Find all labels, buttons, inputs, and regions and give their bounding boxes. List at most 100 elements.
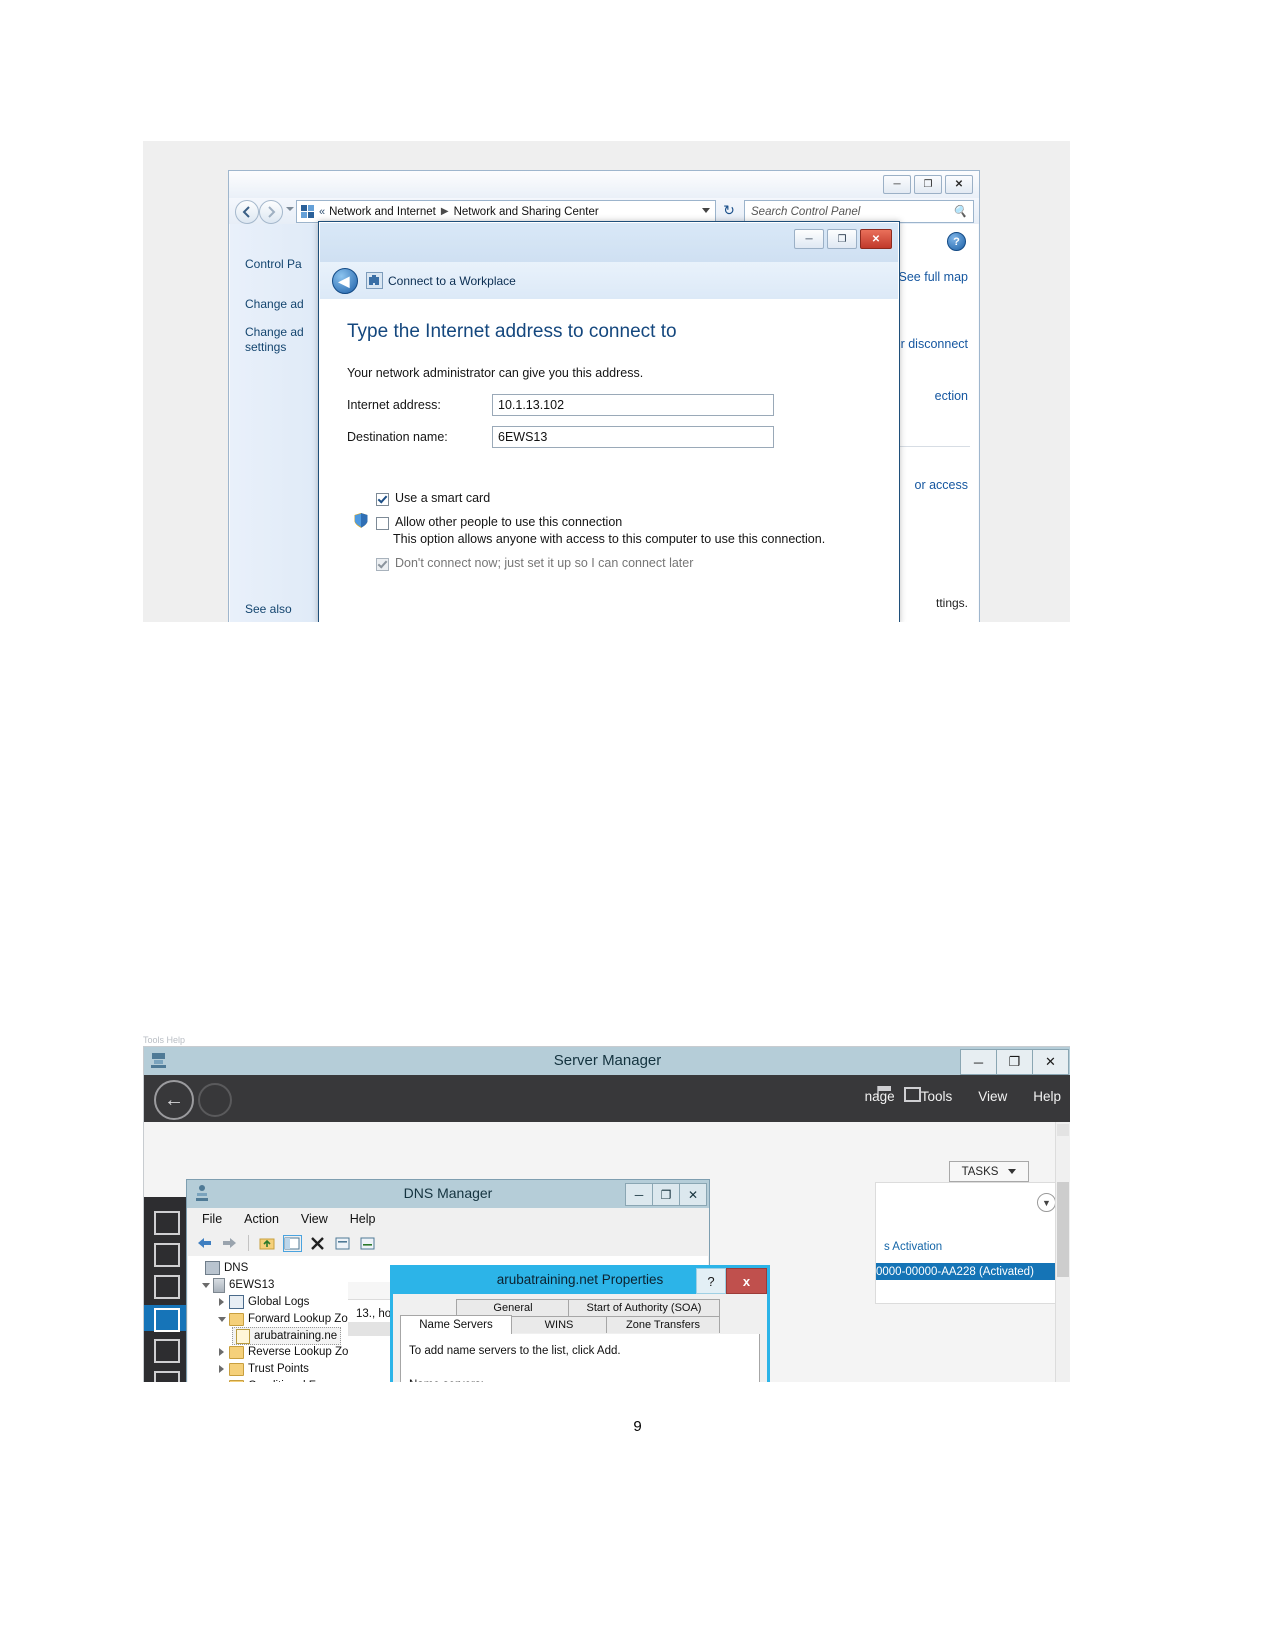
menu-item-help[interactable]: Help xyxy=(1033,1089,1061,1104)
server-manager-navbar: ← nage Tools View Help xyxy=(144,1075,1070,1139)
dns-root-icon xyxy=(205,1261,220,1275)
collapse-chevron-icon[interactable]: ▼ xyxy=(1037,1193,1056,1212)
properties-tab-content: To add name servers to the list, click A… xyxy=(400,1334,760,1382)
breadcrumb-network-and-internet[interactable]: Network and Internet xyxy=(329,206,436,218)
sm-close-button[interactable]: ✕ xyxy=(1032,1049,1069,1075)
tree-toggle-expanded-icon[interactable] xyxy=(202,1281,210,1289)
tree-item-6ews13[interactable]: 6EWS13 xyxy=(202,1277,274,1293)
toolbar-refresh-icon[interactable] xyxy=(359,1236,376,1251)
allow-other-people-checkbox-row[interactable]: Allow other people to use this connectio… xyxy=(376,515,622,530)
refresh-button[interactable]: ↻ xyxy=(718,200,740,221)
dns-minimize-button[interactable]: ─ xyxy=(625,1183,653,1206)
dont-connect-now-checkbox[interactable] xyxy=(376,558,389,571)
dialog-navigation-bar: ◀ Connect to a Workplace xyxy=(320,262,898,299)
server-manager-content: TASKS ▼ s Activation 0000-00000-AA228 (A… xyxy=(144,1122,1070,1382)
tree-item-trust-points[interactable]: Trust Points xyxy=(218,1361,309,1377)
toolbar-back-icon[interactable] xyxy=(196,1236,213,1251)
dns-restore-button[interactable]: ❐ xyxy=(652,1183,680,1206)
toolbar-up-folder-icon[interactable] xyxy=(259,1236,276,1251)
dns-close-button[interactable]: ✕ xyxy=(679,1183,707,1206)
activation-link[interactable]: s Activation xyxy=(884,1241,942,1253)
tab-general[interactable]: General xyxy=(456,1299,570,1316)
sm-back-button[interactable]: ← xyxy=(154,1080,194,1120)
sidebar-link-control-panel-home[interactable]: Control Pa xyxy=(245,257,302,272)
link-see-full-map[interactable]: See full map xyxy=(899,270,968,284)
minimize-button[interactable]: ─ xyxy=(883,175,911,194)
sidebar-link-change-advanced-sharing[interactable]: Change ad settings xyxy=(245,325,304,355)
rail-file-services-icon[interactable] xyxy=(154,1339,180,1363)
toolbar-show-hide-console-tree-icon[interactable] xyxy=(283,1234,302,1252)
tree-toggle-collapsed-icon[interactable] xyxy=(218,1348,226,1356)
menu-item-tools[interactable]: Tools xyxy=(921,1089,953,1104)
dialog-back-button[interactable]: ◀ xyxy=(332,268,358,294)
link-connect-or-disconnect[interactable]: or disconnect xyxy=(894,337,968,351)
menu-item-view[interactable]: View xyxy=(978,1089,1007,1104)
connect-to-a-workplace-dialog: ─ ❐ ✕ ◀ Connect to a Workplace Type the … xyxy=(318,221,900,622)
use-smart-card-checkbox-row[interactable]: Use a smart card xyxy=(376,491,490,506)
tree-item-dns[interactable]: DNS xyxy=(194,1260,248,1276)
sm-minimize-button[interactable]: ─ xyxy=(960,1049,997,1075)
address-dropdown-icon[interactable] xyxy=(702,208,710,213)
workplace-icon xyxy=(366,272,383,289)
tree-item-forward-lookup-zones[interactable]: Forward Lookup Zon xyxy=(218,1311,354,1327)
address-chevron-icon[interactable]: « xyxy=(319,206,325,218)
toolbar-delete-icon[interactable] xyxy=(309,1236,326,1251)
scrollbar-up-arrow[interactable] xyxy=(1057,1124,1069,1136)
close-button[interactable]: ✕ xyxy=(945,175,973,194)
dns-menu-action[interactable]: Action xyxy=(244,1212,279,1226)
rail-dns-icon[interactable] xyxy=(154,1308,180,1332)
dialog-restore-button[interactable]: ❐ xyxy=(827,229,857,249)
tree-label: arubatraining.ne xyxy=(254,1330,338,1342)
sm-forward-button[interactable] xyxy=(198,1083,232,1117)
recent-pages-caret-icon[interactable] xyxy=(286,207,294,211)
restore-button[interactable]: ❐ xyxy=(914,175,942,194)
rail-local-server-icon[interactable] xyxy=(154,1243,180,1267)
dialog-minimize-button[interactable]: ─ xyxy=(794,229,824,249)
dialog-close-button[interactable]: ✕ xyxy=(860,229,892,249)
use-smart-card-checkbox[interactable] xyxy=(376,493,389,506)
use-smart-card-label: Use a smart card xyxy=(395,491,491,505)
properties-help-button[interactable]: ? xyxy=(696,1268,726,1294)
menu-item-manage[interactable]: nage xyxy=(865,1089,895,1104)
link-troubleshoot-or-access[interactable]: or access xyxy=(915,478,969,492)
dns-menu-file[interactable]: File xyxy=(202,1212,222,1226)
tab-name-servers[interactable]: Name Servers xyxy=(400,1315,512,1334)
dns-menu-help[interactable]: Help xyxy=(350,1212,376,1226)
tree-item-global-logs[interactable]: Global Logs xyxy=(218,1294,309,1310)
server-manager-left-rail xyxy=(144,1197,188,1382)
breadcrumb-network-and-sharing-center[interactable]: Network and Sharing Center xyxy=(454,206,599,218)
tree-toggle-collapsed-icon[interactable] xyxy=(218,1365,226,1373)
rail-iis-icon[interactable] xyxy=(154,1371,180,1382)
tab-wins[interactable]: WINS xyxy=(510,1316,608,1333)
forward-button[interactable] xyxy=(259,200,283,224)
tree-toggle-expanded-icon[interactable] xyxy=(218,1315,226,1323)
rail-all-servers-icon[interactable] xyxy=(154,1275,180,1299)
internet-address-input[interactable]: 10.1.13.102 xyxy=(492,394,774,416)
search-placeholder: Search Control Panel xyxy=(751,205,861,218)
tree-item-conditional-forwarders[interactable]: Conditional Forward xyxy=(218,1378,351,1382)
tree-item-reverse-lookup-zones[interactable]: Reverse Lookup Zon xyxy=(218,1344,355,1360)
address-field[interactable]: « Network and Internet ▶ Network and Sha… xyxy=(296,200,716,223)
tree-toggle-collapsed-icon[interactable] xyxy=(218,1298,226,1306)
scrollbar-thumb[interactable] xyxy=(1057,1182,1069,1277)
tab-zone-transfers[interactable]: Zone Transfers xyxy=(606,1316,720,1333)
toolbar-forward-icon[interactable] xyxy=(221,1236,238,1251)
server-manager-scrollbar[interactable] xyxy=(1055,1122,1070,1382)
tasks-button[interactable]: TASKS xyxy=(949,1161,1029,1182)
help-icon[interactable]: ? xyxy=(947,232,966,251)
dns-menu-view[interactable]: View xyxy=(301,1212,328,1226)
rail-dashboard-icon[interactable] xyxy=(154,1211,180,1235)
figure-control-panel-connect-workplace: ─ ❐ ✕ « Network and Internet ▶ Network a… xyxy=(143,141,1070,622)
tab-start-of-authority[interactable]: Start of Authority (SOA) xyxy=(568,1299,720,1316)
toolbar-properties-icon[interactable] xyxy=(334,1236,351,1251)
sidebar-link-change-adapter-settings[interactable]: Change ad xyxy=(245,297,304,312)
search-input[interactable]: Search Control Panel 🔍 xyxy=(744,200,974,223)
properties-close-button[interactable]: x xyxy=(726,1268,767,1294)
back-button[interactable] xyxy=(235,200,259,224)
link-set-up-a-connection[interactable]: ection xyxy=(935,389,968,403)
dont-connect-now-checkbox-row[interactable]: Don't connect now; just set it up so I c… xyxy=(376,556,693,571)
destination-name-input[interactable]: 6EWS13 xyxy=(492,426,774,448)
tree-item-arubatraining-net[interactable]: arubatraining.ne xyxy=(232,1327,342,1345)
sm-restore-button[interactable]: ❐ xyxy=(996,1049,1033,1075)
allow-other-people-checkbox[interactable] xyxy=(376,517,389,530)
